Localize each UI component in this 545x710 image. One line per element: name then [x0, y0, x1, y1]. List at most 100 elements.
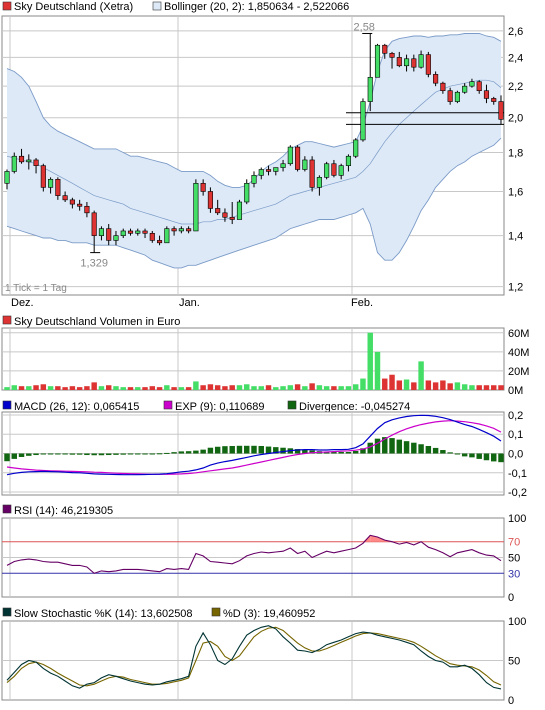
volume-bar: [33, 385, 39, 390]
volume-bar: [200, 385, 206, 390]
candle-body: [498, 101, 504, 120]
candle-body: [149, 232, 155, 241]
divergence-bar: [440, 450, 446, 454]
divergence-bar: [374, 438, 381, 454]
legend-label-signal: EXP (9): 0,110689: [175, 401, 265, 413]
candle-body: [164, 228, 170, 244]
divergence-bar: [461, 453, 468, 457]
volume-bar: [185, 387, 192, 390]
divergence-bar: [265, 446, 272, 454]
volume-tick-label: 40M: [508, 347, 529, 359]
candle-body: [40, 165, 46, 188]
divergence-bar: [69, 453, 76, 455]
stock-chart: Sky Deutschland (Xetra) Bollinger (20, 2)…: [1, 1, 529, 707]
price-tick-label: 1,4: [508, 231, 523, 243]
candle-body: [215, 208, 221, 214]
volume-bar: [498, 385, 504, 390]
legend-label-divergence: Divergence: -0,045274: [299, 401, 410, 413]
candle-body: [382, 44, 388, 54]
price-tick-label: 2,0: [508, 113, 523, 125]
volume-bar: [164, 385, 170, 390]
legend-title-volume: Sky Deutschland Volumen in Euro: [14, 316, 180, 328]
candle-body: [48, 179, 54, 188]
volume-bar: [244, 384, 250, 390]
candle-body: [360, 101, 366, 141]
candle-body: [295, 146, 301, 170]
volume-bar: [367, 332, 373, 390]
divergence-bar: [164, 452, 170, 454]
volume-bar: [222, 386, 228, 390]
candle-body: [77, 203, 83, 207]
candle-body: [200, 183, 206, 192]
candle-body: [462, 85, 468, 93]
volume-bar: [389, 374, 395, 390]
divergence-bar: [18, 453, 25, 457]
divergence-bar: [185, 451, 192, 454]
legend-swatch-stoch-k: [2, 607, 12, 617]
macd-tick-label: 0,1: [508, 429, 523, 441]
legend-title-price: Sky Deutschland (Xetra): [14, 1, 133, 13]
candle-body: [157, 240, 163, 244]
volume-bar: [447, 383, 453, 390]
divergence-bar: [498, 453, 504, 463]
candle-body: [193, 183, 199, 232]
stochastic-tick-label: 0: [508, 695, 514, 707]
volume-bar: [425, 380, 432, 390]
divergence-bar: [55, 453, 61, 455]
volume-bar: [352, 384, 359, 390]
volume-bar: [483, 385, 490, 390]
candle-body: [280, 163, 286, 168]
volume-bar: [440, 380, 446, 390]
volume-bar: [265, 385, 272, 390]
volume-bar: [316, 385, 323, 390]
legend-swatch-signal: [163, 400, 173, 410]
candle-body: [18, 155, 25, 163]
divergence-bar: [229, 445, 235, 454]
x-axis-label: Dez.: [11, 297, 34, 309]
volume-bar: [84, 386, 90, 390]
candle-body: [396, 57, 402, 67]
candle-body: [11, 155, 17, 172]
divergence-bar: [411, 442, 417, 454]
divergence-bar: [222, 446, 228, 454]
volume-bar: [47, 386, 54, 390]
divergence-bar: [98, 453, 105, 456]
divergence-bar: [251, 445, 257, 454]
legend-swatch-price: [2, 1, 12, 11]
volume-bar: [287, 385, 294, 390]
divergence-bar: [469, 453, 475, 458]
volume-bar: [229, 385, 235, 390]
divergence-bar: [338, 451, 344, 454]
volume-tick-label: 0M: [508, 385, 523, 397]
candle-body: [367, 76, 373, 102]
candle-body: [113, 235, 119, 241]
divergence-bar: [26, 453, 32, 456]
divergence-bar: [200, 449, 206, 454]
candle-body: [55, 179, 61, 196]
divergence-bar: [40, 453, 47, 455]
volume-bar: [91, 382, 97, 390]
divergence-bar: [105, 453, 112, 456]
volume-bar: [62, 387, 68, 390]
volume-bar: [461, 384, 468, 390]
price-tick-label: 1,8: [508, 148, 523, 160]
volume-bar: [396, 380, 403, 390]
legend-label-stoch-d: %D (3): 19,460952: [223, 608, 315, 620]
volume-bar: [178, 387, 185, 390]
rsi-tick-label: 0: [508, 592, 514, 604]
divergence-bar: [120, 453, 126, 455]
candle-body: [411, 58, 417, 68]
volume-bar: [251, 386, 257, 390]
rsi-tick-label: 30: [508, 568, 520, 580]
candle-body: [425, 54, 431, 75]
candle-body: [316, 177, 322, 188]
candle-body: [258, 169, 264, 176]
divergence-bar: [367, 442, 373, 454]
candle-body: [345, 155, 351, 166]
divergence-bar: [389, 438, 395, 454]
volume-bar: [171, 387, 177, 390]
divergence-bar: [454, 453, 461, 455]
volume-bar: [476, 385, 482, 390]
volume-bar: [127, 387, 134, 390]
candle-body: [251, 175, 257, 184]
